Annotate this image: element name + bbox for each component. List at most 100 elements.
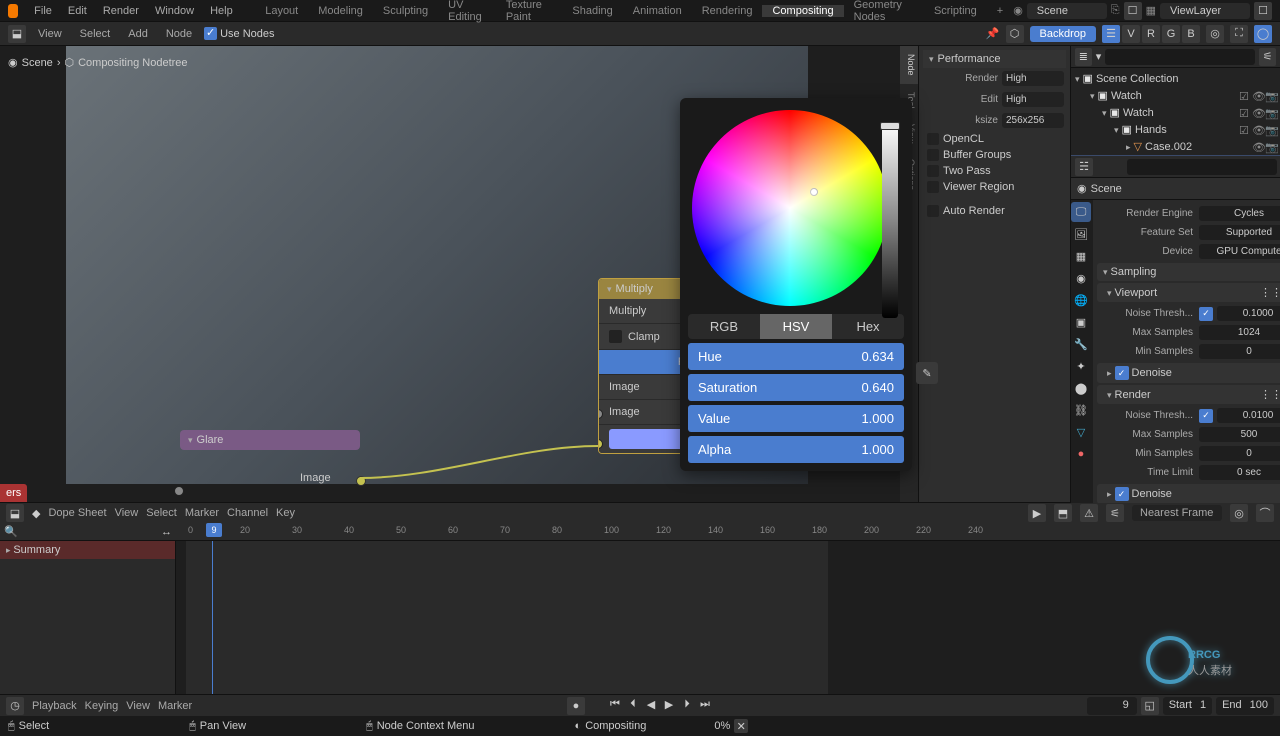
tree-row[interactable]: ▽Case.002👁📷: [1071, 138, 1280, 155]
sampling-header[interactable]: Sampling: [1097, 263, 1280, 281]
ds-filter-icon[interactable]: ⚟: [1106, 504, 1124, 522]
eyedropper-icon[interactable]: ✎: [916, 362, 938, 384]
tab-rgb[interactable]: RGB: [688, 314, 760, 339]
vp-noise-field[interactable]: 0.1000: [1217, 306, 1280, 321]
summary-row[interactable]: Summary: [0, 541, 175, 559]
viewerregion-checkbox[interactable]: Viewer Region: [923, 179, 1066, 195]
display-mode-icon[interactable]: ▾: [1096, 50, 1102, 63]
current-frame-field[interactable]: 9: [1087, 697, 1137, 715]
menu-edit[interactable]: Edit: [60, 5, 95, 17]
tree-row[interactable]: ▣Hands☑👁📷: [1071, 121, 1280, 138]
properties-search[interactable]: [1127, 159, 1277, 175]
tab-node-panel[interactable]: Node: [900, 46, 918, 84]
menu-node[interactable]: Node: [160, 28, 198, 40]
saturation-field[interactable]: Saturation0.640: [688, 374, 904, 401]
workspace-compositing[interactable]: Compositing: [762, 5, 843, 17]
color-wheel[interactable]: [692, 110, 888, 306]
dopesheet-mode-icon[interactable]: ◆: [32, 507, 40, 520]
dope-tracks[interactable]: [176, 541, 1280, 694]
channel-v[interactable]: ☰: [1102, 25, 1120, 43]
ds-icon2[interactable]: ⬒: [1054, 504, 1072, 522]
tab-world[interactable]: 🌐: [1071, 290, 1091, 310]
vp-max-field[interactable]: 1024: [1199, 325, 1280, 340]
playhead[interactable]: 9: [206, 523, 222, 537]
vp-denoise-header[interactable]: ✓Denoise: [1097, 363, 1280, 383]
tab-modifier[interactable]: 🔧: [1071, 334, 1091, 354]
menu-render[interactable]: Render: [95, 5, 147, 17]
ds-key[interactable]: Key: [276, 507, 295, 519]
menu-select2[interactable]: Select: [74, 28, 117, 40]
r-noise-checkbox[interactable]: ✓: [1199, 409, 1213, 423]
viewlayer-selector[interactable]: ViewLayer: [1160, 3, 1250, 19]
backdrop-button[interactable]: Backdrop: [1030, 26, 1096, 42]
channel-r[interactable]: R: [1142, 25, 1160, 43]
menu-help[interactable]: Help: [202, 5, 241, 17]
workspace-rendering[interactable]: Rendering: [692, 5, 763, 17]
workspace-geonodes[interactable]: Geometry Nodes: [844, 0, 924, 23]
new-scene-icon[interactable]: ☐: [1124, 2, 1142, 20]
buffergroups-checkbox[interactable]: Buffer Groups: [923, 147, 1066, 163]
properties-type-icon[interactable]: ☵: [1075, 158, 1093, 176]
zoom-icon[interactable]: ◎: [1206, 25, 1224, 43]
menu-window[interactable]: Window: [147, 5, 202, 17]
alpha-field[interactable]: Alpha1.000: [688, 436, 904, 463]
play-reverse-icon[interactable]: ◀: [643, 697, 659, 713]
workspace-add[interactable]: +: [987, 5, 1013, 17]
ds-select[interactable]: Select: [146, 507, 177, 519]
tab-material[interactable]: ●: [1071, 444, 1091, 464]
timeline-type-icon[interactable]: ◷: [6, 697, 24, 715]
use-nodes-checkbox[interactable]: ✓Use Nodes: [204, 27, 274, 40]
workspace-layout[interactable]: Layout: [255, 5, 308, 17]
r-denoise-checkbox[interactable]: ✓: [1115, 487, 1129, 501]
tl-playback[interactable]: Playback: [32, 700, 77, 712]
r-noise-field[interactable]: 0.0100: [1217, 408, 1280, 423]
tree-row[interactable]: ▣Watch☑👁📷: [1071, 87, 1280, 104]
tab-viewlayer[interactable]: ▦: [1071, 246, 1091, 266]
channel-b[interactable]: B: [1182, 25, 1200, 43]
compositor-editor[interactable]: ◉Scene › ⬡Compositing Nodetree ers Glare…: [0, 46, 1070, 502]
vp-denoise-checkbox[interactable]: ✓: [1115, 366, 1129, 380]
workspace-uv[interactable]: UV Editing: [438, 0, 496, 23]
twopass-checkbox[interactable]: Two Pass: [923, 163, 1066, 179]
outliner-type-icon[interactable]: ≣: [1075, 48, 1092, 66]
r-max-field[interactable]: 500: [1199, 427, 1280, 442]
resize-handle-icon[interactable]: ↔: [161, 526, 172, 538]
render-header[interactable]: Render⋮⋮⋮: [1097, 385, 1280, 404]
tl-view[interactable]: View: [126, 700, 150, 712]
tab-constraint[interactable]: ⛓: [1071, 400, 1091, 420]
channel-v2[interactable]: V: [1122, 25, 1140, 43]
pin-icon[interactable]: ⎘: [1111, 4, 1120, 17]
value-slider[interactable]: [882, 122, 898, 318]
render-layers-node[interactable]: ers: [0, 484, 27, 502]
menu-file[interactable]: File: [26, 5, 60, 17]
device-field[interactable]: GPU Compute: [1199, 244, 1280, 259]
move-icon[interactable]: ◯: [1254, 25, 1272, 43]
vp-noise-checkbox[interactable]: ✓: [1199, 307, 1213, 321]
play-icon[interactable]: ▶: [661, 697, 677, 713]
editor-type-icon[interactable]: ⬓: [8, 25, 26, 43]
tab-physics[interactable]: ⬤: [1071, 378, 1091, 398]
render-engine-field[interactable]: Cycles: [1199, 206, 1280, 221]
autorender-checkbox[interactable]: Auto Render: [923, 203, 1066, 219]
tab-render[interactable]: 🖵: [1071, 202, 1091, 222]
workspace-shading[interactable]: Shading: [562, 5, 622, 17]
cancel-render-icon[interactable]: ✕: [734, 719, 748, 733]
tab-hsv[interactable]: HSV: [760, 314, 832, 339]
r-min-field[interactable]: 0: [1199, 446, 1280, 461]
ds-view[interactable]: View: [115, 507, 139, 519]
tab-data[interactable]: ▽: [1071, 422, 1091, 442]
props-scene-name[interactable]: Scene: [1091, 183, 1122, 195]
r-denoise-header[interactable]: ✓Denoise: [1097, 484, 1280, 504]
ds-marker[interactable]: Marker: [185, 507, 219, 519]
tree-row[interactable]: ▣Watch☑👁📷: [1071, 104, 1280, 121]
perf-chunk-size[interactable]: 256x256: [1002, 113, 1064, 128]
jump-start-icon[interactable]: ⏮: [607, 697, 623, 713]
tree-row[interactable]: ▣Scene Collection: [1071, 70, 1280, 87]
search-icon[interactable]: 🔍: [4, 525, 18, 538]
tl-marker[interactable]: Marker: [158, 700, 192, 712]
pin-icon[interactable]: 📌: [986, 27, 1000, 40]
menu-view2[interactable]: View: [32, 28, 68, 40]
preview-range-icon[interactable]: ◱: [1141, 697, 1159, 715]
dopesheet-mode-selector[interactable]: Dope Sheet: [48, 507, 106, 519]
fit-icon[interactable]: ⛶: [1230, 25, 1248, 43]
